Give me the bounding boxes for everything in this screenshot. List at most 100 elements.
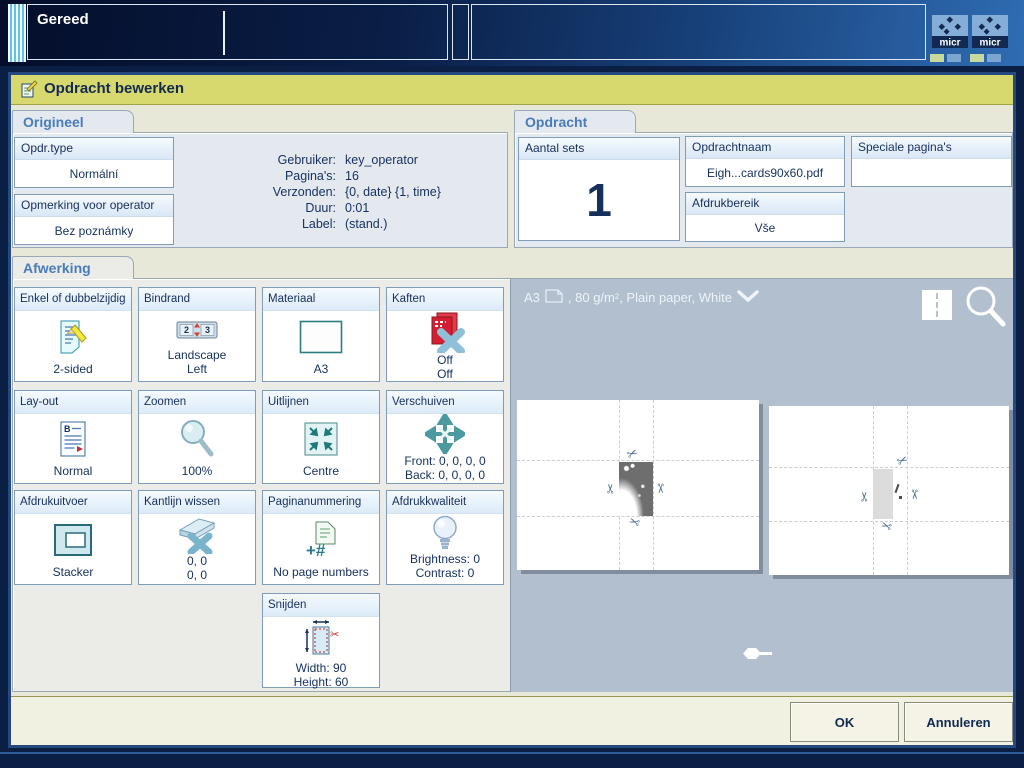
- info-value: 0:01: [345, 200, 369, 216]
- operator-note-card[interactable]: Opmerking voor operator Bez poznámky: [14, 194, 174, 245]
- job-type-card[interactable]: Opdr.type Normální: [14, 137, 174, 188]
- layout-b-glyph: B: [64, 424, 71, 434]
- print-range-card[interactable]: Afdrukbereik Vše: [685, 192, 845, 242]
- artwork-mark: [895, 484, 900, 493]
- tile-page-numbering-value: No page numbers: [263, 565, 379, 584]
- preview-page-front: ✂ ✂ ✂ ✂: [517, 400, 759, 570]
- tile-binding-edge[interactable]: Bindrand 2 3 Landscape Left: [138, 287, 256, 382]
- fold-line: [936, 293, 939, 317]
- tile-page-numbering-label: Paginanummering: [263, 491, 379, 514]
- tab-opdracht[interactable]: Opdracht: [514, 110, 636, 133]
- printer-status-text: Gereed: [37, 11, 89, 28]
- cancel-button[interactable]: Annuleren: [904, 702, 1013, 742]
- page-number-icon: +#: [263, 514, 379, 565]
- info-label: Gebruiker:: [161, 152, 345, 168]
- tile-align[interactable]: Uitlijnen Centre: [262, 390, 380, 484]
- frame-accent-line: [0, 752, 1024, 754]
- set-count-card[interactable]: Aantal sets 1: [518, 137, 680, 241]
- tile-binding-edge-label: Bindrand: [139, 288, 255, 311]
- info-label: Label:: [161, 216, 345, 232]
- info-label: Verzonden:: [161, 184, 345, 200]
- ok-button[interactable]: OK: [790, 702, 899, 742]
- tab-afwerking[interactable]: Afwerking: [12, 256, 134, 279]
- tile-align-value: Centre: [263, 464, 379, 483]
- tile-covers-value: Off Off: [387, 353, 503, 386]
- edit-job-icon: [20, 80, 38, 104]
- plus-hash-glyph: +#: [306, 541, 326, 560]
- tile-layout-value: Normal: [15, 464, 131, 483]
- micr-label: micr: [939, 38, 960, 49]
- media-selector[interactable]: A3 , 80 g/m², Plain paper, White: [524, 289, 759, 306]
- tile-zoom[interactable]: Zoomen 100%: [138, 390, 256, 484]
- special-pages-label: Speciale pagina's: [852, 137, 1011, 159]
- tile-layout-label: Lay-out: [15, 391, 131, 414]
- lightbulb-icon: [387, 514, 503, 552]
- media-size: A3: [524, 290, 540, 305]
- tile-duplex-label: Enkel of dubbelzijdig: [15, 288, 131, 311]
- tab-origineel[interactable]: Origineel: [12, 110, 134, 133]
- info-row: Duur: 0:01: [161, 200, 509, 216]
- tile-print-quality[interactable]: Afdrukkwaliteit Brightness: 0 Contrast: …: [386, 490, 504, 585]
- info-label: Duur:: [161, 200, 345, 216]
- tile-trim-value: Width: 90 Height: 60: [263, 661, 379, 694]
- info-row: Gebruiker: key_operator: [161, 152, 509, 168]
- align-centre-icon: [263, 414, 379, 464]
- activity-stripes-indicator: [8, 4, 26, 62]
- artwork-mark: [899, 496, 902, 499]
- tile-shift-label: Verschuiven: [387, 391, 503, 414]
- tile-media[interactable]: Materiaal A3: [262, 287, 380, 382]
- job-name-card[interactable]: Opdrachtnaam Eigh...cards90x60.pdf: [685, 136, 845, 187]
- info-value: (stand.): [345, 216, 387, 232]
- special-pages-card[interactable]: Speciale pagina's: [851, 136, 1012, 187]
- dialog-title-bar: Opdracht bewerken: [11, 75, 1013, 105]
- info-value: 16: [345, 168, 359, 184]
- separator-panel: [452, 4, 469, 60]
- crop-line: [517, 460, 759, 461]
- edit-job-dialog: Opdracht bewerken Origineel Opdr.type No…: [8, 72, 1016, 748]
- scissors-mark: ✂: [858, 491, 871, 502]
- micr-tray-icon: micr: [972, 15, 1008, 48]
- crop-line: [769, 467, 1009, 468]
- paper-landscape-icon: [545, 289, 563, 306]
- binding-page-3: 3: [205, 325, 210, 335]
- tile-covers[interactable]: Kaften Off Off: [386, 287, 504, 382]
- job-type-label: Opdr.type: [15, 138, 173, 160]
- preview-zoom-button[interactable]: [963, 283, 1009, 334]
- tile-trim-label: Snijden: [263, 594, 379, 617]
- binding-edge-icon: 2 3: [139, 311, 255, 348]
- job-type-value: Normální: [15, 160, 173, 187]
- tile-trim[interactable]: Snijden ✂ Width: 90 Height: 60: [262, 593, 380, 688]
- tile-print-quality-value: Brightness: 0 Contrast: 0: [387, 552, 503, 585]
- tile-erase-margin-label: Kantlijn wissen: [139, 491, 255, 514]
- tray-level-indicator-green: [930, 54, 944, 62]
- tile-erase-margin[interactable]: Kantlijn wissen 0, 0 0, 0: [138, 490, 256, 585]
- plug-icon: [736, 646, 774, 666]
- tile-media-label: Materiaal: [263, 288, 379, 311]
- tile-output-label: Afdrukuitvoer: [15, 491, 131, 514]
- tile-layout[interactable]: Lay-out B Normal: [14, 390, 132, 484]
- tile-duplex[interactable]: Enkel of dubbelzijdig 2-sided: [14, 287, 132, 382]
- tray-level-indicator-blue: [987, 54, 1001, 62]
- booklet-view-button[interactable]: [922, 290, 952, 320]
- info-row: Label: (stand.): [161, 216, 509, 232]
- tile-media-value: A3: [263, 362, 379, 381]
- job-info-block: Gebruiker: key_operator Pagina's: 16 Ver…: [161, 152, 509, 232]
- dialog-footer: OK Annuleren: [11, 696, 1013, 745]
- scissors-mark: ✂: [604, 483, 617, 494]
- tile-output[interactable]: Afdrukuitvoer Stacker: [14, 490, 132, 585]
- chevron-down-icon: [737, 290, 759, 305]
- tile-align-label: Uitlijnen: [263, 391, 379, 414]
- shift-arrows-icon: [387, 414, 503, 454]
- tile-shift[interactable]: Verschuiven Front: 0, 0, 0, 0 Back: 0, 0…: [386, 390, 504, 484]
- micr-tray-icon: micr: [932, 15, 968, 48]
- set-count-value: 1: [519, 160, 679, 240]
- tile-page-numbering[interactable]: Paginanummering +# No page numbers: [262, 490, 380, 585]
- set-count-label: Aantal sets: [519, 138, 679, 160]
- special-pages-value: [852, 159, 1011, 186]
- tile-duplex-value: 2-sided: [15, 362, 131, 381]
- tray-level-indicator-green: [970, 54, 984, 62]
- print-range-value: Vše: [686, 215, 844, 241]
- duplex-icon: [15, 311, 131, 362]
- scissors-mark: ✂: [908, 489, 921, 500]
- layout-icon: B: [15, 414, 131, 464]
